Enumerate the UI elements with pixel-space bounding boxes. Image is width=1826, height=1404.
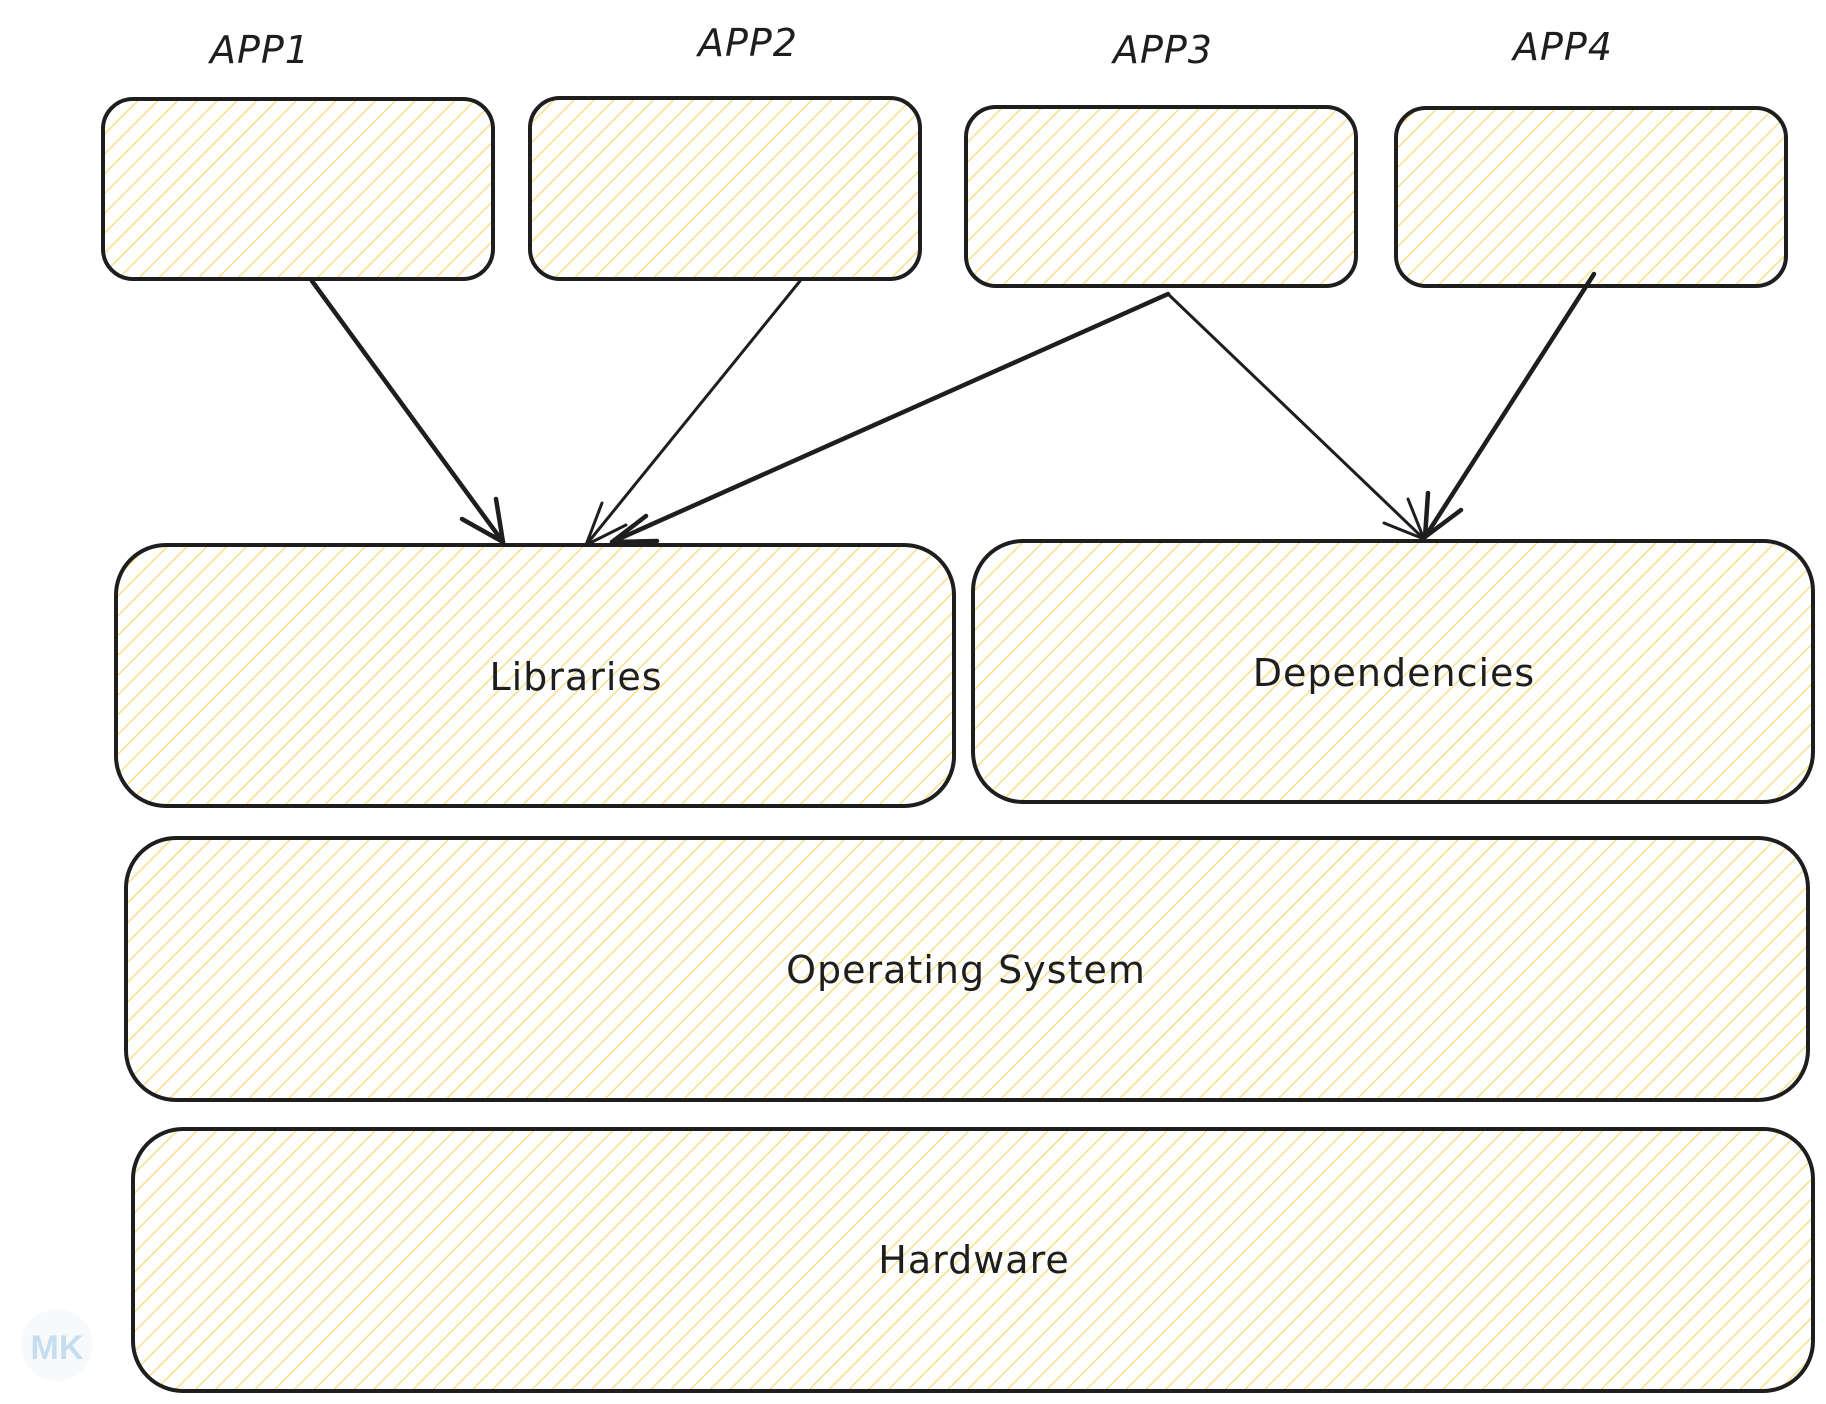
mk-watermark-text: MK [31, 1329, 84, 1367]
app3-box[interactable] [964, 105, 1358, 288]
app1-box[interactable] [101, 97, 495, 281]
dependencies-label: Dependencies [1253, 651, 1535, 695]
mk-watermark-logo: MK [21, 1309, 93, 1381]
app4-label: APP4 [1510, 25, 1613, 69]
app2-label: APP2 [695, 21, 798, 65]
arrow-app3-to-dependencies [1166, 292, 1426, 541]
hardware-label: Hardware [878, 1238, 1069, 1282]
app4-box[interactable] [1394, 106, 1788, 288]
app2-box[interactable] [528, 96, 922, 281]
app1-label: APP1 [207, 28, 310, 72]
app3-label: APP3 [1110, 28, 1213, 72]
operating-system-label: Operating System [786, 948, 1146, 992]
arrow-app4-to-dependencies [1422, 271, 1597, 540]
architecture-diagram: APP1 APP2 APP3 APP4 Libraries Dependenci… [21, 21, 1815, 1393]
arrow-app3-to-libraries [609, 291, 1171, 545]
arrow-app1-to-libraries [309, 278, 506, 545]
libraries-label: Libraries [489, 655, 662, 699]
